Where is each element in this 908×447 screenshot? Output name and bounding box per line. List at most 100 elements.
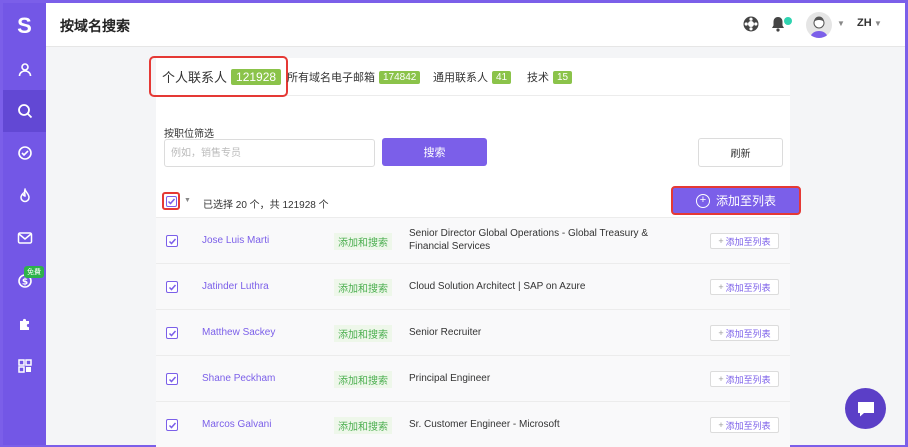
select-options-caret-icon[interactable]: ▼ <box>184 197 191 204</box>
row-add-to-list-button[interactable]: + 添加至列表 <box>710 325 779 341</box>
avatar-caret-icon[interactable]: ▼ <box>837 19 845 28</box>
plus-circle-icon: + <box>695 193 710 208</box>
row-checkbox[interactable] <box>166 419 178 431</box>
checkmark-icon <box>168 422 176 429</box>
tab-all-domain-emails[interactable]: 所有域名电子邮箱 174842 <box>287 69 421 85</box>
row-add-label: 添加至列表 <box>725 236 771 247</box>
enrich-tag[interactable]: 添加和搜索 <box>334 233 392 250</box>
enrich-tag[interactable]: 添加和搜索 <box>334 279 392 296</box>
contact-name[interactable]: Jose Luis Marti <box>202 235 269 246</box>
support-icon[interactable] <box>742 15 760 33</box>
plus-icon: + <box>718 328 724 338</box>
contact-title: Principal Engineer <box>409 373 491 384</box>
chat-button[interactable] <box>845 388 886 429</box>
contact-name[interactable]: Matthew Sackey <box>202 327 275 338</box>
plus-icon: + <box>718 420 724 430</box>
user-icon <box>18 63 31 77</box>
tab-label: 技术 <box>527 72 549 84</box>
position-filter-label: 按职位筛选 <box>164 129 214 140</box>
content-panel: 个人联系人 121928 所有域名电子邮箱 174842 通用联系人 41 技术… <box>149 56 801 447</box>
tab-count: 15 <box>553 70 573 84</box>
search-button[interactable]: 搜索 <box>382 138 487 166</box>
select-all-checkbox[interactable] <box>162 192 180 210</box>
search-icon <box>17 104 32 119</box>
svg-text:$: $ <box>21 278 27 288</box>
checkmark-icon <box>168 238 176 245</box>
row-add-label: 添加至列表 <box>725 328 771 339</box>
contact-name[interactable]: Shane Peckham <box>202 373 275 384</box>
checkmark-icon <box>168 284 176 291</box>
refresh-button[interactable]: 刷新 <box>698 138 783 167</box>
list-item: Marcos Galvani 添加和搜索 Sr. Customer Engine… <box>156 401 790 447</box>
sidebar-item-apps[interactable] <box>3 345 46 387</box>
language-caret-icon[interactable]: ▼ <box>874 19 882 28</box>
sidebar-item-email[interactable] <box>3 217 46 259</box>
fire-icon <box>19 188 30 203</box>
avatar[interactable] <box>806 12 832 38</box>
plus-icon: + <box>718 236 724 246</box>
row-add-to-list-button[interactable]: + 添加至列表 <box>710 279 779 295</box>
add-to-list-button[interactable]: + 添加至列表 <box>671 186 801 215</box>
list-item: Matthew Sackey 添加和搜索 Senior Recruiter + 添… <box>156 309 790 355</box>
tab-count: 41 <box>492 70 512 84</box>
chat-icon <box>857 401 874 416</box>
sidebar-item-search[interactable] <box>3 90 46 132</box>
language-switcher[interactable]: ZH <box>857 17 872 29</box>
tab-count: 174842 <box>379 70 421 84</box>
enrich-tag[interactable]: 添加和搜索 <box>334 325 392 342</box>
plus-icon: + <box>718 374 724 384</box>
row-checkbox[interactable] <box>166 373 178 385</box>
add-to-list-label: 添加至列表 <box>715 194 776 208</box>
sidebar-item-campaigns[interactable] <box>3 175 46 217</box>
grid-icon <box>17 359 32 373</box>
free-badge: 免費 <box>24 266 44 278</box>
contact-title: Senior Recruiter <box>409 327 482 338</box>
position-filter-input[interactable] <box>164 139 375 167</box>
list-item: Shane Peckham 添加和搜索 Principal Engineer +… <box>156 355 790 401</box>
mail-icon <box>17 232 32 244</box>
contact-title: Senior Director Global Operations - Glob… <box>409 228 648 252</box>
row-add-label: 添加至列表 <box>725 374 771 385</box>
row-add-to-list-button[interactable]: + 添加至列表 <box>710 233 779 249</box>
tab-label: 所有域名电子邮箱 <box>287 72 375 84</box>
checkbox-box <box>165 195 177 207</box>
list-item: Jatinder Luthra 添加和搜索 Cloud Solution Arc… <box>156 263 790 309</box>
user-avatar-icon <box>810 16 828 38</box>
contact-title: Sr. Customer Engineer - Microsoft <box>409 419 560 430</box>
row-checkbox[interactable] <box>166 235 178 247</box>
check-circle-icon <box>17 146 32 160</box>
checkmark-icon <box>168 376 176 383</box>
list-item: Jose Luis Marti 添加和搜索 Senior Director Gl… <box>156 217 790 263</box>
enrich-tag[interactable]: 添加和搜索 <box>334 417 392 434</box>
puzzle-icon <box>19 318 29 330</box>
checkmark-icon <box>168 330 176 337</box>
tab-label: 个人联系人 <box>162 70 228 85</box>
tab-generic-contacts[interactable]: 通用联系人 41 <box>433 69 512 85</box>
tab-label: 通用联系人 <box>433 72 488 84</box>
plus-icon: + <box>718 282 724 292</box>
contact-name[interactable]: Jatinder Luthra <box>202 281 269 292</box>
app-frame: S $ 免費 按域名搜索 ▼ ZH ▼ 个人联系人 121928 所有域名电子邮… <box>0 0 908 447</box>
checkmark-icon <box>167 198 175 205</box>
row-checkbox[interactable] <box>166 281 178 293</box>
tab-count: 121928 <box>231 68 282 85</box>
selection-summary: 已选择 20 个，共 121928 个 <box>203 200 329 211</box>
contact-name[interactable]: Marcos Galvani <box>202 419 271 430</box>
sidebar-item-contacts[interactable] <box>3 49 46 91</box>
sidebar: S $ 免費 <box>3 3 46 445</box>
enrich-tag[interactable]: 添加和搜索 <box>334 371 392 388</box>
app-logo[interactable]: S <box>3 11 46 41</box>
contact-title: Cloud Solution Architect | SAP on Azure <box>409 281 586 292</box>
tab-bar: 个人联系人 121928 所有域名电子邮箱 174842 通用联系人 41 技术… <box>149 56 790 97</box>
row-checkbox[interactable] <box>166 327 178 339</box>
sidebar-item-integrations[interactable] <box>3 303 46 345</box>
row-add-to-list-button[interactable]: + 添加至列表 <box>710 371 779 387</box>
notification-dot <box>784 17 792 25</box>
tab-personal-contacts[interactable]: 个人联系人 121928 <box>149 56 288 97</box>
row-add-label: 添加至列表 <box>725 282 771 293</box>
tab-technical[interactable]: 技术 15 <box>527 69 573 85</box>
main-area: 按域名搜索 ▼ ZH ▼ 个人联系人 121928 所有域名电子邮箱 17484… <box>46 3 905 447</box>
row-add-to-list-button[interactable]: + 添加至列表 <box>710 417 779 433</box>
row-add-label: 添加至列表 <box>725 420 771 431</box>
sidebar-item-verify[interactable] <box>3 132 46 174</box>
